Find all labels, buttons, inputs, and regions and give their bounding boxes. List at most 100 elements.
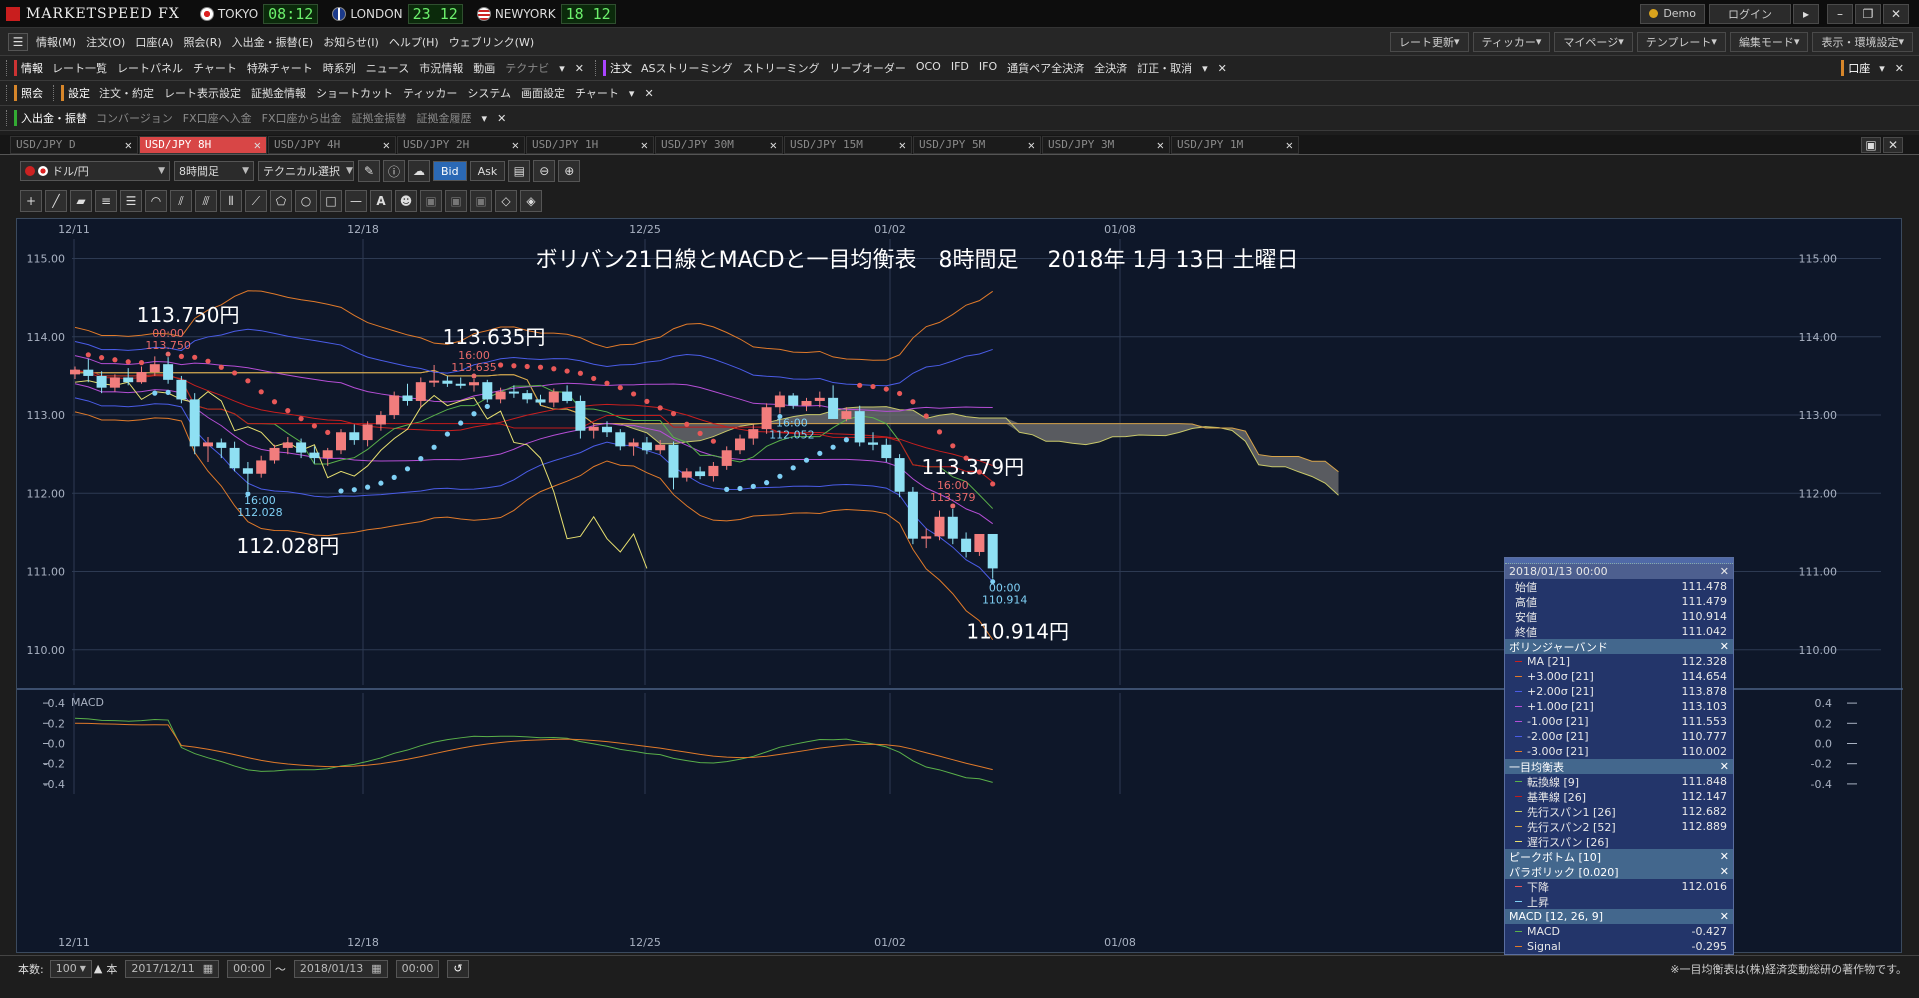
close-icon[interactable]: ✕ <box>770 138 777 152</box>
close-icon[interactable]: ✕ <box>1720 850 1729 863</box>
toolbar-item[interactable]: ティッカー <box>398 85 462 101</box>
menu-right-button[interactable]: テンプレート ▾ <box>1636 31 1726 52</box>
close-icon[interactable]: ✕ <box>1720 760 1729 773</box>
tab-usdjpy4h[interactable]: USD/JPY 4H ✕ <box>268 135 396 154</box>
bid-button[interactable]: Bid <box>433 161 467 181</box>
currency-select[interactable]: ドル/円 ▼ <box>20 161 170 181</box>
main-menu-icon[interactable]: ☰ <box>8 32 28 51</box>
inquiry-group-label[interactable]: 照会 <box>14 85 47 101</box>
calendar-icon[interactable]: ▦ <box>371 962 381 975</box>
toolbar-item[interactable]: テクナビ <box>500 60 554 76</box>
toolbar-item[interactable]: 注文・約定 <box>94 85 159 101</box>
close-icon[interactable]: ✕ <box>254 138 261 152</box>
expand-icon[interactable]: ▸ <box>1793 3 1819 24</box>
close-icon[interactable]: ✕ <box>1213 62 1232 75</box>
chevron-down-icon[interactable]: ▾ <box>1197 62 1213 75</box>
menu-item[interactable]: 入出金・振替(E) <box>227 34 319 50</box>
menu-item[interactable]: 照会(R) <box>178 34 226 50</box>
toolbar-item[interactable]: 通貨ペア全決済 <box>1002 60 1089 76</box>
pentagon-icon[interactable]: ⬠ <box>270 190 292 212</box>
zoom-in-icon[interactable]: ⊕ <box>558 160 581 182</box>
chevron-down-icon[interactable]: ▾ <box>554 62 570 75</box>
toolbar-item[interactable]: チャート <box>570 85 624 101</box>
tab-usdjpy2h[interactable]: USD/JPY 2H ✕ <box>397 135 525 154</box>
fan-icon[interactable]: ⫽ <box>170 190 192 212</box>
menu-item[interactable]: ウェブリンク(W) <box>444 34 539 50</box>
channel-icon[interactable]: ⫻ <box>195 190 217 212</box>
close-icon[interactable]: ✕ <box>512 138 519 152</box>
toolbar-item[interactable]: IFO <box>974 60 1002 76</box>
restore-icon[interactable]: ❐ <box>1855 3 1881 24</box>
technical-select[interactable]: テクニカル選択 ▼ <box>258 161 354 181</box>
login-button[interactable]: ログイン <box>1709 3 1791 24</box>
toolbar-item[interactable]: 証拠金履歴 <box>412 110 477 126</box>
stamp-icon[interactable]: ☻ <box>395 190 417 212</box>
from-date-field[interactable]: 2017/12/11 ▦ <box>125 959 220 978</box>
menu-right-button[interactable]: 編集モード ▾ <box>1729 31 1809 52</box>
account-group-label[interactable]: 口座 <box>1841 60 1874 76</box>
menu-item[interactable]: お知らせ(I) <box>318 34 384 50</box>
tab-usdjpyd[interactable]: USD/JPY D ✕ <box>10 135 138 154</box>
close-icon[interactable]: ✕ <box>1286 138 1293 152</box>
paste-icon[interactable]: ▣ <box>470 190 492 212</box>
toolbar-item[interactable]: IFD <box>946 60 974 76</box>
demo-button[interactable]: Demo <box>1640 3 1705 24</box>
vlines-icon[interactable]: ⦀ <box>220 190 242 212</box>
toolbar-item[interactable]: レートパネル <box>112 60 188 76</box>
toolbar-item[interactable]: ショートカット <box>311 85 398 101</box>
toolbar-item[interactable]: リーブオーダー <box>825 60 911 76</box>
circle-icon[interactable]: ○ <box>295 190 317 212</box>
toolbar-item[interactable]: 動画 <box>468 60 500 76</box>
close-icon[interactable]: ✕ <box>1720 565 1729 578</box>
close-icon[interactable]: ✕ <box>1890 62 1909 75</box>
toolbar-item[interactable]: 特殊チャート <box>242 60 318 76</box>
toolbar-item[interactable]: OCO <box>911 60 946 76</box>
toolbar-item[interactable]: FX口座から出金 <box>257 110 347 126</box>
count-select[interactable]: 100 ▼ <box>49 959 92 978</box>
toolbar-item[interactable]: FX口座へ入金 <box>178 110 257 126</box>
crosshair-icon[interactable]: + <box>20 190 42 212</box>
reload-button[interactable]: ↺ <box>447 959 469 978</box>
from-time-field[interactable]: 00:00 <box>227 959 271 978</box>
fibonacci-icon[interactable]: ☰ <box>120 190 142 212</box>
toolbar-item[interactable]: 時系列 <box>318 60 361 76</box>
tab-usdjpy3m[interactable]: USD/JPY 3M ✕ <box>1042 135 1170 154</box>
tab-usdjpy30m[interactable]: USD/JPY 30M ✕ <box>655 135 783 154</box>
erase-icon[interactable]: ◇ <box>495 190 517 212</box>
close-icon[interactable]: ✕ <box>1028 138 1035 152</box>
calendar-icon[interactable]: ▦ <box>203 962 213 975</box>
hline-icon[interactable]: — <box>345 190 367 212</box>
menu-right-button[interactable]: ティッカー ▾ <box>1472 31 1551 52</box>
toolbar-item[interactable]: システム <box>462 85 516 101</box>
close-icon[interactable]: ✕ <box>1883 136 1903 153</box>
toolbar-item[interactable]: 証拠金振替 <box>347 110 412 126</box>
info-icon[interactable]: ⓘ <box>383 160 405 182</box>
close-icon[interactable]: ✕ <box>1720 865 1729 878</box>
toolbar-item[interactable]: 証拠金情報 <box>246 85 311 101</box>
tab-usdjpy8h[interactable]: USD/JPY 8H ✕ <box>139 135 267 154</box>
toolbar-item[interactable]: ASストリーミング <box>636 60 738 76</box>
close-icon[interactable]: ✕ <box>492 112 511 125</box>
minimize-icon[interactable]: – <box>1827 3 1853 24</box>
toolbar-item[interactable]: 画面設定 <box>516 85 570 101</box>
info-group-label[interactable]: 情報 <box>14 60 47 76</box>
menu-item[interactable]: 情報(M) <box>31 34 81 50</box>
tab-usdjpy1h[interactable]: USD/JPY 1H ✕ <box>526 135 654 154</box>
close-icon[interactable]: ✕ <box>641 138 648 152</box>
tab-usdjpy15m[interactable]: USD/JPY 15M ✕ <box>784 135 912 154</box>
hlines-icon[interactable]: ≡ <box>95 190 117 212</box>
toolbar-item[interactable]: レート一覧 <box>47 60 112 76</box>
settings-group-label[interactable]: 設定 <box>61 85 94 101</box>
ask-button[interactable]: Ask <box>469 161 506 181</box>
area-chart-icon[interactable]: ☁ <box>408 160 430 182</box>
menu-right-button[interactable]: レート更新 ▾ <box>1390 31 1469 52</box>
ray-icon[interactable]: ⟋ <box>245 190 267 212</box>
menu-item[interactable]: ヘルプ(H) <box>384 34 444 50</box>
chart-type-icon[interactable]: ▤ <box>508 160 531 182</box>
toolbar-item[interactable]: コンバージョン <box>91 110 178 126</box>
order-group-label[interactable]: 注文 <box>602 60 636 76</box>
arc-icon[interactable]: ◠ <box>145 190 167 212</box>
close-icon[interactable]: ✕ <box>639 87 658 100</box>
menu-right-button[interactable]: マイページ ▾ <box>1554 31 1633 52</box>
chevron-down-icon[interactable]: ▾ <box>624 87 640 100</box>
